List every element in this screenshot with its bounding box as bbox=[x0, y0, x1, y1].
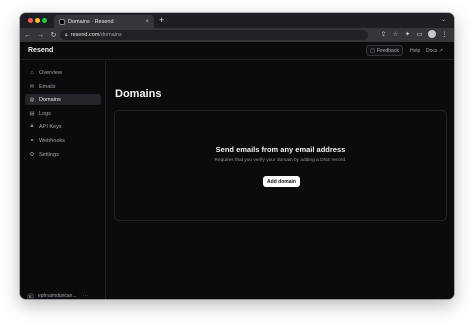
tab-search-icon[interactable]: ⌄ bbox=[441, 16, 446, 23]
new-tab-button[interactable]: + bbox=[159, 15, 164, 26]
page-title: Domains bbox=[115, 88, 162, 100]
feedback-label: Feedback bbox=[376, 47, 399, 54]
app-header: Resend ▢ Feedback Help Docs ↗ bbox=[20, 42, 454, 60]
maximize-window-button[interactable] bbox=[42, 18, 47, 23]
sidebar-item-label: Emails bbox=[39, 83, 56, 90]
sidebar-item-label: Domains bbox=[39, 96, 61, 103]
more-icon[interactable]: ··· bbox=[83, 293, 89, 299]
tab-close-icon[interactable]: × bbox=[145, 19, 149, 25]
browser-menu-icon[interactable]: ⋮ bbox=[441, 30, 448, 38]
user-name: ephraimduncan... bbox=[38, 293, 77, 299]
browser-window: Domains · Resend × + ⌄ ← → ↻ 🔒︎ resend.c… bbox=[20, 13, 454, 299]
help-link[interactable]: Help bbox=[410, 48, 420, 54]
tab-title: Domains · Resend bbox=[68, 18, 114, 25]
url-path: /domains bbox=[99, 32, 122, 38]
browser-tab[interactable]: Domains · Resend × bbox=[54, 15, 154, 28]
app-root: Resend ▢ Feedback Help Docs ↗ ⌂ Overview… bbox=[20, 42, 454, 299]
empty-state-subtitle: Requires that you verify your domain by … bbox=[214, 158, 347, 163]
logs-icon: ▤ bbox=[29, 110, 35, 117]
sidebar-item-label: Webhooks bbox=[39, 137, 65, 144]
sidebar-item-label: Logs bbox=[39, 110, 51, 117]
add-domain-button[interactable]: Add domain bbox=[263, 176, 300, 187]
sidebar-item-settings[interactable]: ⚙ Settings bbox=[25, 149, 101, 160]
settings-icon: ⚙ bbox=[29, 151, 35, 158]
close-window-button[interactable] bbox=[28, 18, 33, 23]
feedback-button[interactable]: ▢ Feedback bbox=[366, 45, 403, 56]
resend-favicon-icon bbox=[59, 18, 65, 25]
sidebar-item-emails[interactable]: ✉ Emails bbox=[25, 81, 101, 92]
browser-tabbar: Domains · Resend × + ⌄ bbox=[20, 13, 454, 28]
profile-avatar-icon[interactable] bbox=[428, 30, 436, 38]
browser-toolbar: ← → ↻ 🔒︎ resend.com/domains ⇪ ☆ ✦ ▭ ⋮ bbox=[20, 28, 454, 42]
browser-actions: ⇪ ☆ ✦ ▭ ⋮ bbox=[380, 30, 448, 38]
globe-icon: ◎ bbox=[29, 96, 35, 103]
share-icon[interactable]: ⇪ bbox=[380, 30, 387, 38]
address-bar[interactable]: 🔒︎ resend.com/domains bbox=[60, 30, 368, 40]
sidebar-item-api-keys[interactable]: 🔒︎ API Keys bbox=[25, 121, 101, 132]
sidebar: ⌂ Overview ✉ Emails ◎ Domains ▤ Logs 🔒︎ … bbox=[20, 61, 106, 299]
reload-icon[interactable]: ↻ bbox=[48, 31, 59, 39]
webhook-icon: ⚭ bbox=[29, 137, 35, 144]
empty-state-title: Send emails from any email address bbox=[215, 145, 346, 154]
avatar: E bbox=[27, 292, 34, 299]
user-menu[interactable]: E ephraimduncan... ··· bbox=[27, 291, 105, 299]
bookmark-star-icon[interactable]: ☆ bbox=[392, 30, 399, 38]
empty-state-card: Send emails from any email address Requi… bbox=[114, 110, 447, 221]
forward-icon[interactable]: → bbox=[35, 32, 46, 39]
sidebar-item-overview[interactable]: ⌂ Overview bbox=[25, 67, 101, 78]
sidebar-item-domains[interactable]: ◎ Domains bbox=[25, 94, 101, 105]
mail-icon: ✉ bbox=[29, 83, 35, 90]
sidebar-item-webhooks[interactable]: ⚭ Webhooks bbox=[25, 135, 101, 146]
sidebar-item-label: API Keys bbox=[39, 123, 62, 130]
home-icon: ⌂ bbox=[30, 69, 34, 76]
url-host: resend.com bbox=[70, 32, 100, 38]
lock-icon: 🔒︎ bbox=[30, 123, 34, 129]
sidebar-toggle-icon[interactable]: ▭ bbox=[416, 30, 423, 38]
back-icon[interactable]: ← bbox=[22, 32, 33, 39]
brand-logo[interactable]: Resend bbox=[28, 47, 53, 54]
chat-bubble-icon: ▢ bbox=[370, 47, 375, 54]
minimize-window-button[interactable] bbox=[35, 18, 40, 23]
extensions-icon[interactable]: ✦ bbox=[404, 30, 411, 38]
sidebar-item-label: Settings bbox=[39, 151, 59, 158]
sidebar-item-logs[interactable]: ▤ Logs bbox=[25, 108, 101, 119]
lock-icon: 🔒︎ bbox=[65, 32, 68, 38]
docs-link[interactable]: Docs ↗ bbox=[426, 48, 443, 54]
sidebar-item-label: Overview bbox=[39, 69, 62, 76]
